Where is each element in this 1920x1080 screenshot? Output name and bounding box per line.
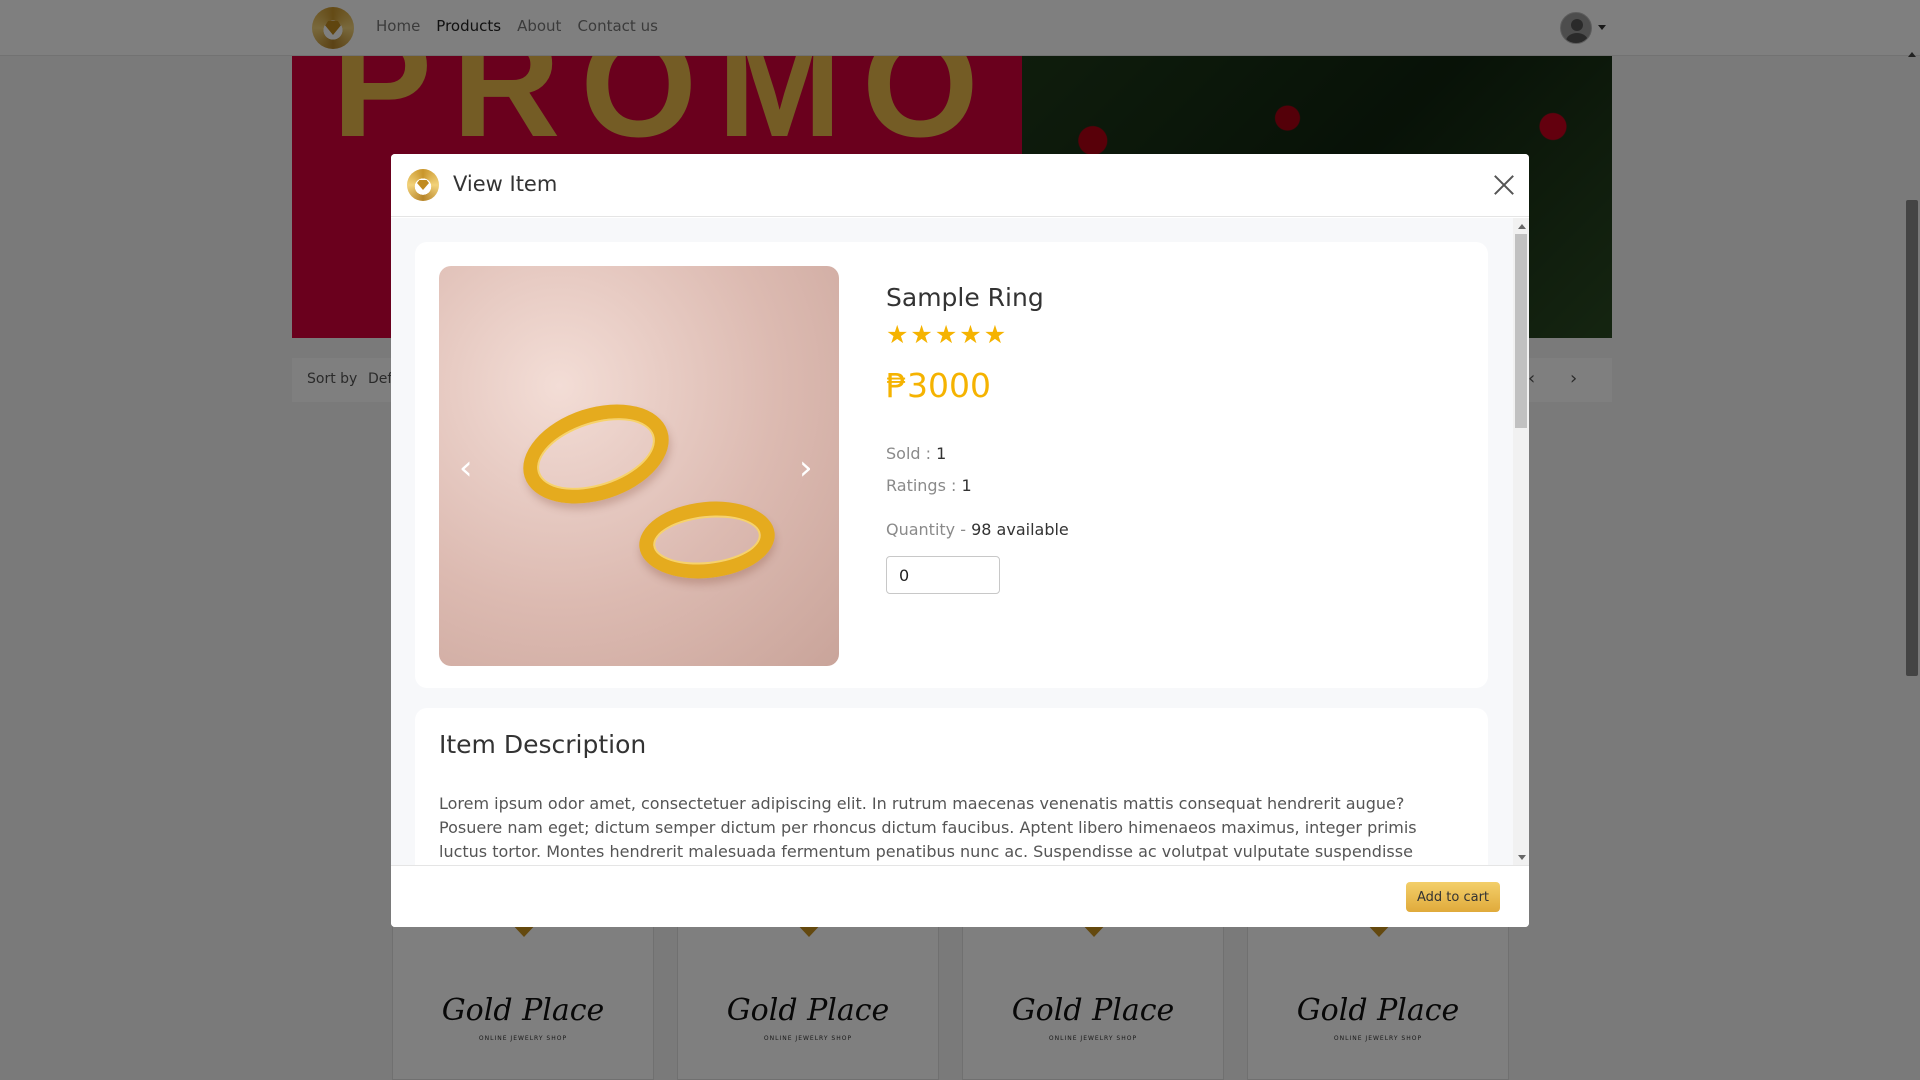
ratings-label: Ratings : [886, 476, 962, 495]
ratings-count: Ratings : 1 [886, 476, 972, 495]
item-description-card: Item Description Lorem ipsum odor amet, … [415, 708, 1488, 865]
ring-image [510, 387, 682, 521]
add-to-cart-button[interactable]: Add to cart [1406, 882, 1500, 912]
modal-scrollbar-thumb[interactable] [1515, 234, 1527, 428]
description-title: Item Description [439, 730, 647, 759]
ratings-value: 1 [961, 476, 972, 495]
modal-title: View Item [453, 172, 558, 196]
sold-count: Sold : 1 [886, 444, 946, 463]
star-icon: ★ [910, 320, 933, 349]
star-icon: ★ [959, 320, 982, 349]
close-icon[interactable] [1491, 172, 1517, 198]
gold-place-logo-icon [407, 169, 439, 201]
page-scrollbar-thumb[interactable] [1906, 200, 1918, 676]
modal-body: ‹ › Sample Ring ★ ★ ★ ★ ★ ₱3000 Sold : 1… [391, 218, 1529, 865]
scroll-up-arrow-icon[interactable] [1518, 224, 1526, 229]
star-icon: ★ [983, 320, 1007, 349]
scroll-down-arrow-icon[interactable] [1518, 855, 1526, 860]
ring-image [635, 495, 779, 585]
chevron-right-icon[interactable]: › [799, 448, 813, 488]
sold-label: Sold : [886, 444, 937, 463]
sold-value: 1 [936, 444, 947, 463]
product-image-carousel[interactable]: ‹ › [439, 266, 839, 666]
quantity-label: Quantity - [886, 520, 972, 539]
available-stock: 98 available [971, 520, 1069, 539]
quantity-input[interactable] [886, 556, 1000, 594]
product-detail-card: ‹ › Sample Ring ★ ★ ★ ★ ★ ₱3000 Sold : 1… [415, 242, 1488, 688]
modal-footer: Add to cart [391, 865, 1529, 927]
rating-stars: ★ ★ ★ ★ ★ [886, 322, 1006, 347]
description-text: Lorem ipsum odor amet, consectetuer adip… [439, 794, 1417, 861]
view-item-modal: View Item ‹ › Sample Ring ★ ★ ★ ★ ★ ₱300… [391, 154, 1529, 927]
product-name: Sample Ring [886, 283, 1044, 312]
scroll-up-arrow-icon[interactable] [1908, 52, 1916, 57]
product-price: ₱3000 [886, 366, 991, 405]
quantity-info: Quantity - 98 available [886, 520, 1069, 539]
star-icon: ★ [886, 320, 909, 349]
chevron-left-icon[interactable]: ‹ [459, 448, 473, 488]
modal-header: View Item [391, 154, 1529, 217]
star-icon: ★ [934, 320, 958, 349]
